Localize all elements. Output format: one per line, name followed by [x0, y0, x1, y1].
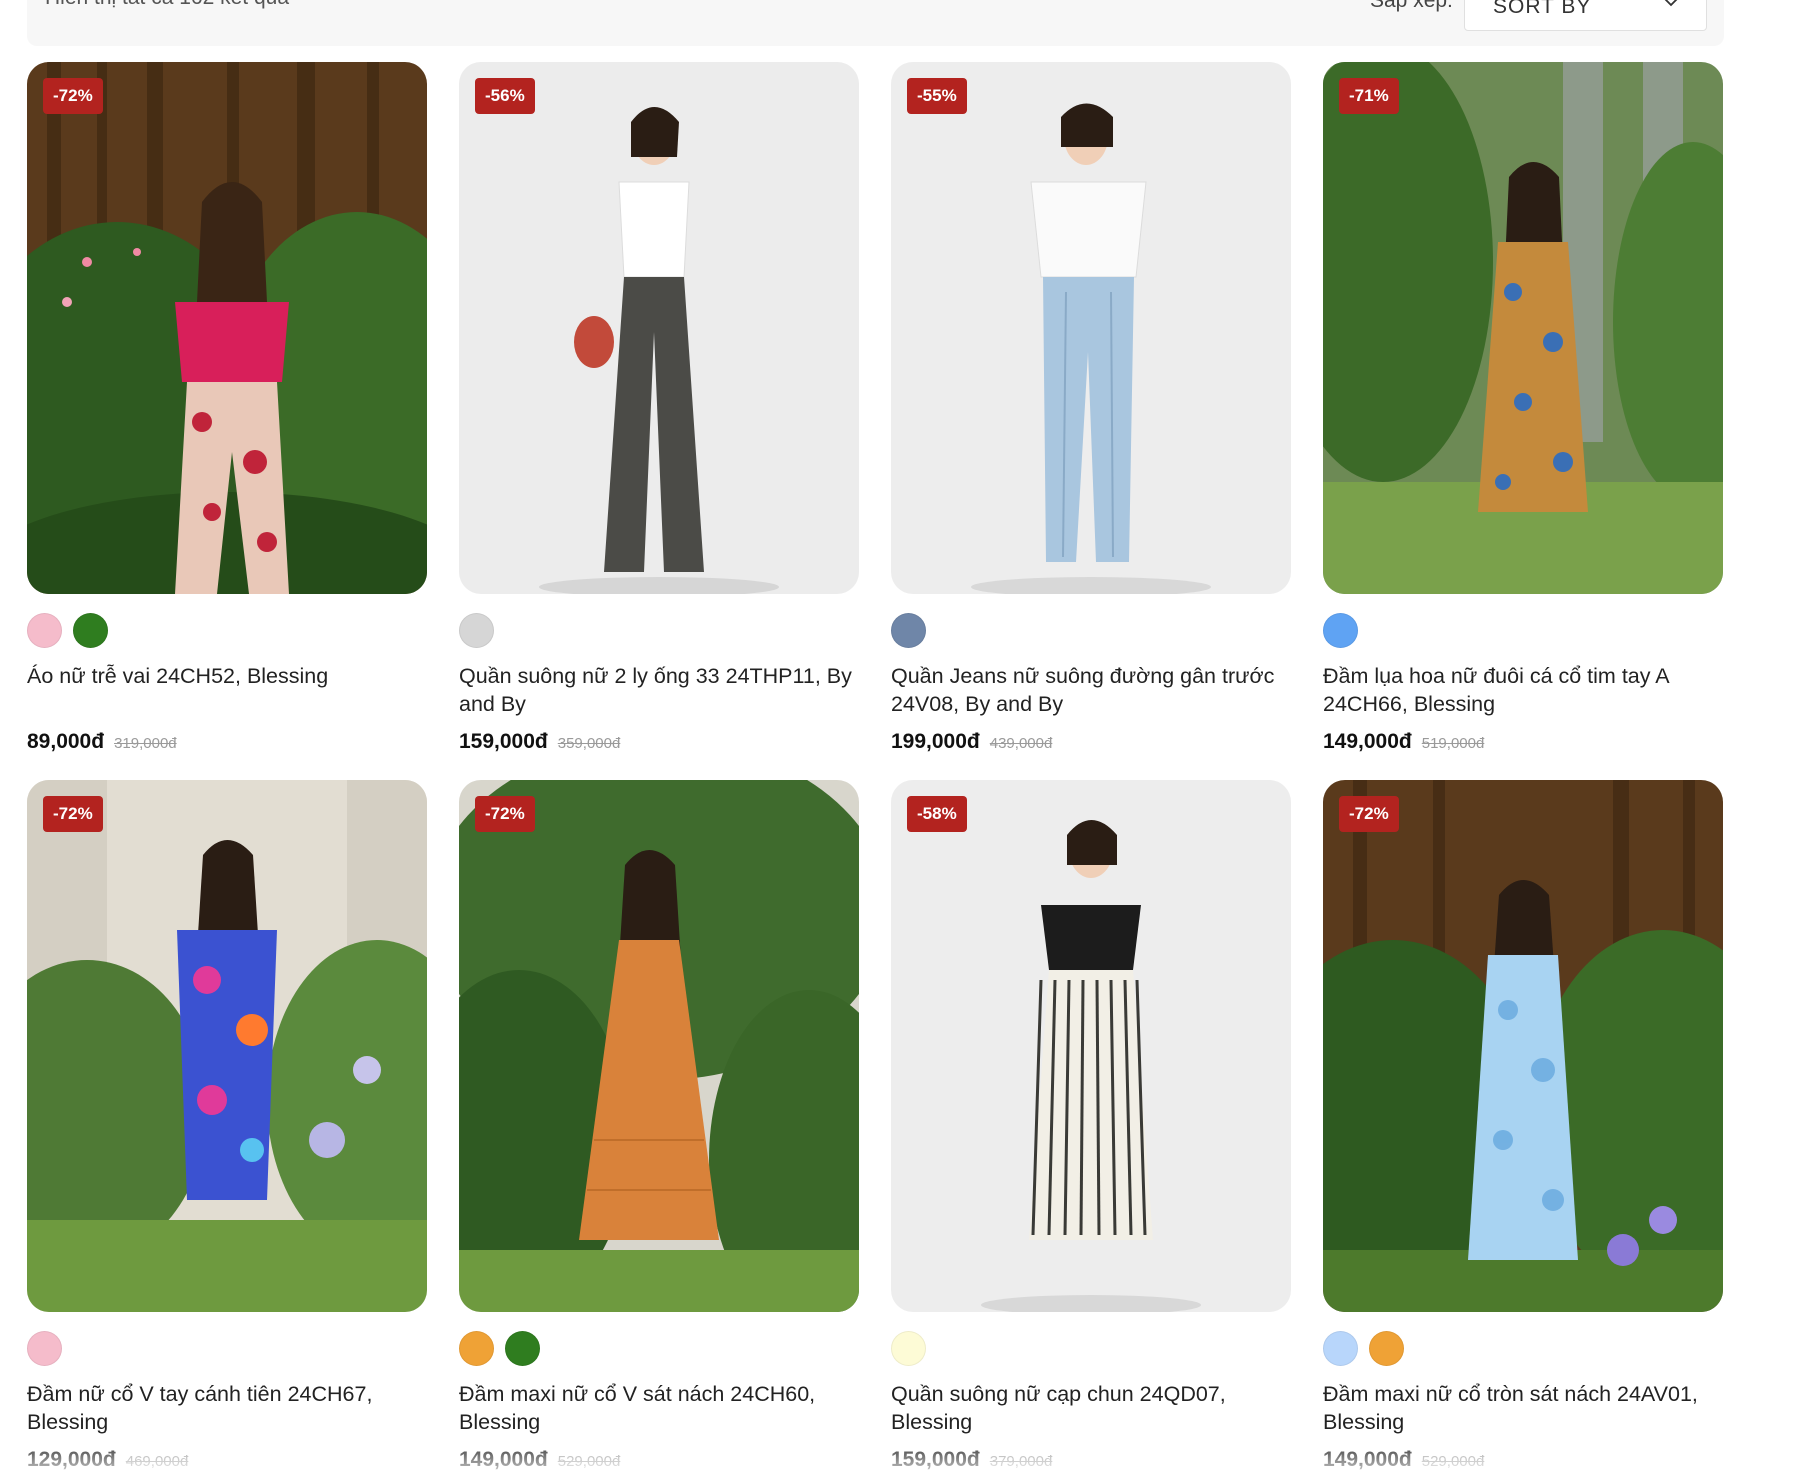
product-name[interactable]: Đầm nữ cổ V tay cánh tiên 24CH67, Blessi… — [27, 1380, 427, 1436]
discount-badge: -72% — [1339, 796, 1399, 832]
product-image[interactable]: -58% — [891, 780, 1291, 1312]
product-name[interactable]: Quần suông nữ cạp chun 24QD07, Blessing — [891, 1380, 1291, 1436]
color-swatches — [459, 613, 494, 649]
product-price: 149,000đ 529,000đ — [1323, 1448, 1484, 1472]
product-card[interactable]: -56% Quần suông nữ 2 ly ống 33 24THP11, … — [459, 62, 859, 753]
product-price: 89,000đ 319,000đ — [27, 730, 177, 754]
sale-price: 159,000đ — [891, 1448, 980, 1471]
color-swatch-cream[interactable] — [891, 1331, 926, 1366]
color-swatches — [27, 613, 108, 649]
product-image[interactable]: -55% — [891, 62, 1291, 594]
product-image[interactable]: -72% — [27, 780, 427, 1312]
discount-badge: -58% — [907, 796, 967, 832]
color-swatch-orange[interactable] — [1369, 1331, 1404, 1366]
product-image[interactable]: -72% — [1323, 780, 1723, 1312]
product-price: 129,000đ 469,000đ — [27, 1448, 188, 1472]
sale-price: 149,000đ — [1323, 1448, 1412, 1471]
product-card[interactable]: -55% Quần Jeans nữ suông đường gân trước… — [891, 62, 1291, 753]
product-image[interactable]: -72% — [27, 62, 427, 594]
product-image[interactable]: -56% — [459, 62, 859, 594]
product-name[interactable]: Quần Jeans nữ suông đường gân trước 24V0… — [891, 662, 1291, 718]
product-name[interactable]: Đầm lụa hoa nữ đuôi cá cổ tim tay A 24CH… — [1323, 662, 1723, 718]
product-card[interactable]: -72% Đầm nữ cổ V tay cánh tiên 24CH67, B… — [27, 780, 427, 1471]
color-swatch-blue[interactable] — [1323, 613, 1358, 648]
original-price: 519,000đ — [1421, 735, 1485, 752]
color-swatch-light-blue[interactable] — [1323, 1331, 1358, 1366]
original-price: 529,000đ — [1421, 1453, 1485, 1470]
color-swatch-orange[interactable] — [459, 1331, 494, 1366]
color-swatch-pink[interactable] — [27, 1331, 62, 1366]
discount-badge: -72% — [43, 796, 103, 832]
product-name[interactable]: Áo nữ trễ vai 24CH52, Blessing — [27, 662, 427, 690]
product-card[interactable]: -58% Quần suông nữ cạp chun 24QD07, Bles… — [891, 780, 1291, 1471]
color-swatch-denim[interactable] — [891, 613, 926, 648]
color-swatch-pink[interactable] — [27, 613, 62, 648]
sort-label: Sắp xếp: — [1370, 0, 1453, 12]
original-price: 379,000đ — [989, 1453, 1053, 1470]
product-image[interactable]: -72% — [459, 780, 859, 1312]
color-swatches — [891, 613, 926, 649]
product-price: 199,000đ 439,000đ — [891, 730, 1052, 754]
original-price: 439,000đ — [989, 735, 1053, 752]
product-card[interactable]: -72% Đầm maxi nữ cổ tròn sát nách 24AV01… — [1323, 780, 1723, 1471]
sale-price: 199,000đ — [891, 730, 980, 753]
result-count-text: Hiển thị tất cả 162 kết quả — [45, 0, 289, 10]
sale-price: 129,000đ — [27, 1448, 116, 1471]
original-price: 359,000đ — [557, 735, 621, 752]
color-swatches — [459, 1331, 540, 1367]
discount-badge: -71% — [1339, 78, 1399, 114]
chevron-down-icon — [1664, 0, 1678, 7]
product-card[interactable]: -72% Áo nữ trễ vai 24CH52, Blessing 89,0… — [27, 62, 427, 753]
original-price: 469,000đ — [125, 1453, 189, 1470]
sort-dropdown[interactable]: SORT BY — [1464, 0, 1707, 31]
discount-badge: -55% — [907, 78, 967, 114]
discount-badge: -56% — [475, 78, 535, 114]
color-swatches — [1323, 613, 1358, 649]
original-price: 529,000đ — [557, 1453, 621, 1470]
color-swatches — [891, 1331, 926, 1367]
product-price: 159,000đ 379,000đ — [891, 1448, 1052, 1472]
product-price: 149,000đ 529,000đ — [459, 1448, 620, 1472]
product-card[interactable]: -71% Đầm lụa hoa nữ đuôi cá cổ tim tay A… — [1323, 62, 1723, 753]
product-name[interactable]: Đầm maxi nữ cổ tròn sát nách 24AV01, Ble… — [1323, 1380, 1723, 1436]
sort-dropdown-value: SORT BY — [1493, 0, 1592, 18]
color-swatches — [27, 1331, 62, 1367]
sale-price: 149,000đ — [1323, 730, 1412, 753]
product-image[interactable]: -71% — [1323, 62, 1723, 594]
sale-price: 149,000đ — [459, 1448, 548, 1471]
color-swatch-green[interactable] — [73, 613, 108, 648]
color-swatch-green[interactable] — [505, 1331, 540, 1366]
discount-badge: -72% — [475, 796, 535, 832]
results-toolbar: Hiển thị tất cả 162 kết quả Sắp xếp: SOR… — [27, 0, 1724, 46]
product-name[interactable]: Đầm maxi nữ cổ V sát nách 24CH60, Blessi… — [459, 1380, 859, 1436]
product-name[interactable]: Quần suông nữ 2 ly ống 33 24THP11, By an… — [459, 662, 859, 718]
color-swatch-grey[interactable] — [459, 613, 494, 648]
sale-price: 89,000đ — [27, 730, 105, 753]
product-price: 159,000đ 359,000đ — [459, 730, 620, 754]
product-card[interactable]: -72% Đầm maxi nữ cổ V sát nách 24CH60, B… — [459, 780, 859, 1471]
original-price: 319,000đ — [114, 735, 177, 752]
discount-badge: -72% — [43, 78, 103, 114]
product-price: 149,000đ 519,000đ — [1323, 730, 1484, 754]
color-swatches — [1323, 1331, 1404, 1367]
sale-price: 159,000đ — [459, 730, 548, 753]
